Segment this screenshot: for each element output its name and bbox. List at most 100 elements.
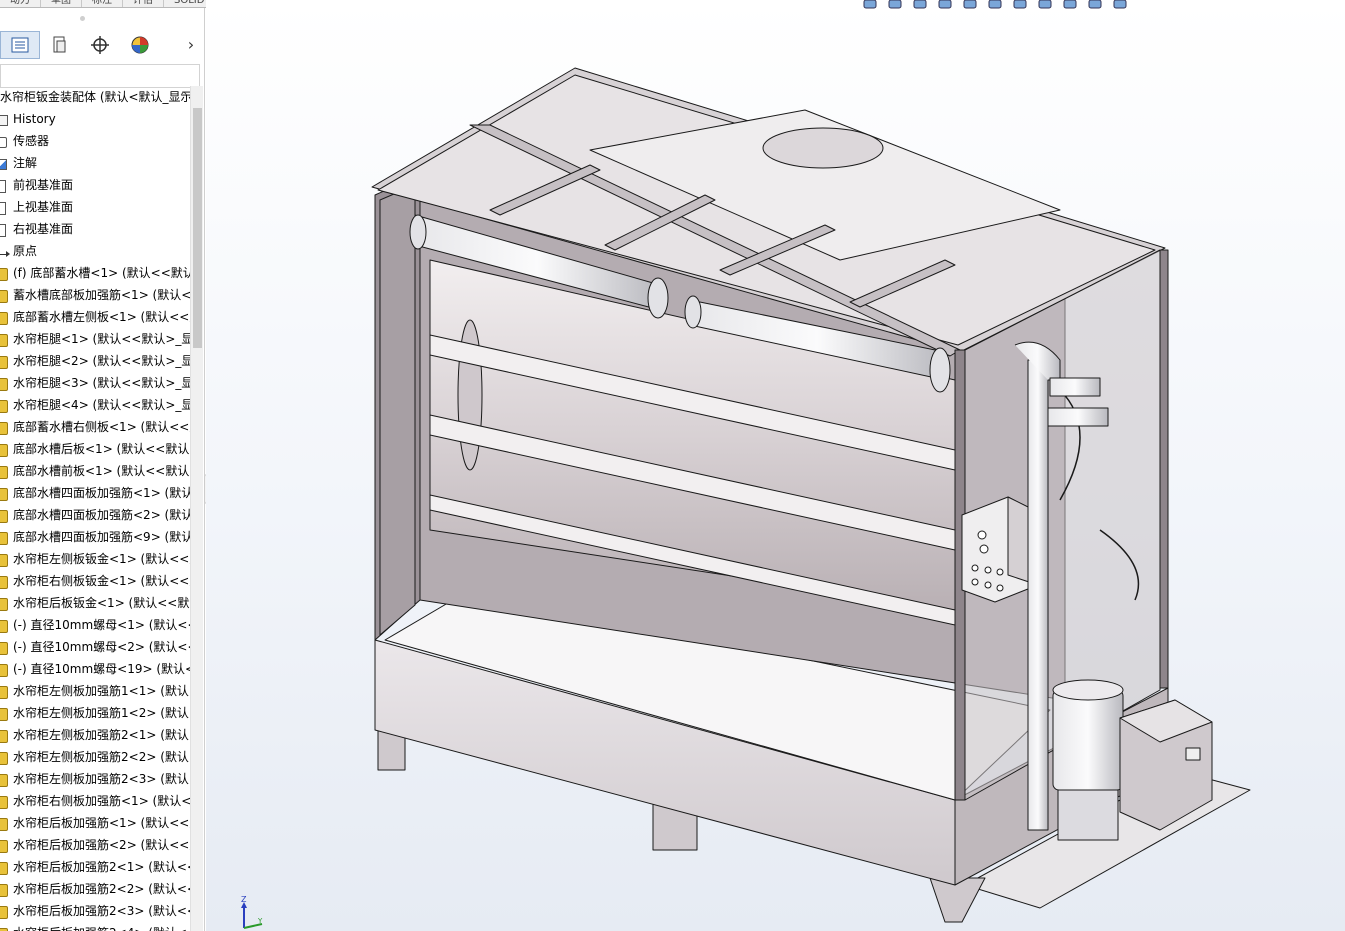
feature-tree-item[interactable]: 底部蓄水槽左侧板<1> (默认<<默 <box>0 306 190 328</box>
feature-tree-item[interactable]: 传感器 <box>0 130 190 152</box>
part-icon <box>0 640 12 655</box>
feature-tree-item[interactable]: 水帘柜后板加强筋2<3> (默认<< <box>0 900 190 922</box>
part-icon <box>0 860 12 875</box>
feature-tree-item[interactable]: 水帘柜腿<1> (默认<<默认>_显 <box>0 328 190 350</box>
sensor-icon <box>0 134 12 148</box>
feature-tree-item[interactable]: 水帘柜后板加强筋2<1> (默认<< <box>0 856 190 878</box>
feature-tree-item[interactable]: 水帘柜右侧板钣金<1> (默认<<默 <box>0 570 190 592</box>
feature-tree-item[interactable]: 水帘柜左侧板加强筋2<1> (默认 <box>0 724 190 746</box>
feature-tree-item[interactable]: 水帘柜左侧板加强筋2<3> (默认 <box>0 768 190 790</box>
part-icon <box>0 596 12 611</box>
command-tab[interactable]: 标注 <box>82 0 123 7</box>
part-icon <box>0 420 12 435</box>
part-icon <box>0 816 12 831</box>
config-tab[interactable] <box>80 31 120 59</box>
property-manager-icon <box>53 36 66 53</box>
tree-scrollbar[interactable] <box>190 86 203 931</box>
plane-icon <box>0 200 12 215</box>
feature-tree-item-label: History <box>13 112 56 126</box>
part-icon <box>0 750 12 765</box>
feature-tree-item-label: 水帘柜左侧板钣金<1> (默认<<默 <box>13 552 190 566</box>
feature-tree-item-label: 底部水槽四面板加强筋<1> (默认 <box>13 486 190 500</box>
plane-icon <box>0 178 12 193</box>
feature-tree-item-label: 水帘柜左侧板加强筋1<1> (默认 <box>13 684 189 698</box>
part-icon <box>0 706 12 721</box>
feature-tree-item-label: 前视基准面 <box>13 178 74 192</box>
part-icon <box>0 684 12 699</box>
feature-tree-item-label: 上视基准面 <box>13 200 74 214</box>
feature-tree-item[interactable]: 底部水槽后板<1> (默认<<默认: <box>0 438 190 460</box>
feature-tree-item[interactable]: (-) 直径10mm螺母<19> (默认< <box>0 658 190 680</box>
more-tabs-arrow-icon[interactable]: › <box>183 35 199 55</box>
part-icon <box>0 442 12 457</box>
assembly-root-item[interactable]: 水帘柜钣金装配体 (默认<默认_显示状 ^ <box>0 86 190 108</box>
feature-tree: 水帘柜钣金装配体 (默认<默认_显示状 ^ History 传感器 注解前视基准面上… <box>0 86 190 931</box>
feature-tree-item[interactable]: 底部水槽前板<1> (默认<<默认: <box>0 460 190 482</box>
feature-tree-item[interactable]: 水帘柜后板钣金<1> (默认<<默认 <box>0 592 190 614</box>
water-curtain-cabinet-model[interactable] <box>206 0 1345 931</box>
feature-tree-item[interactable]: 前视基准面 <box>0 174 190 196</box>
feature-tree-item[interactable]: 蓄水槽底部板加强筋<1> (默认< <box>0 284 190 306</box>
feature-tree-item[interactable]: 水帘柜腿<3> (默认<<默认>_显 <box>0 372 190 394</box>
feature-tree-item-label: 水帘柜右侧板钣金<1> (默认<<默 <box>13 574 190 588</box>
feature-tree-item-label: 水帘柜后板加强筋<1> (默认<<默 <box>13 816 190 830</box>
feature-tree-item-label: 水帘柜左侧板加强筋1<2> (默认 <box>13 706 189 720</box>
feature-tree-item[interactable]: 底部水槽四面板加强筋<2> (默认 <box>0 504 190 526</box>
feature-tree-item[interactable]: 水帘柜左侧板加强筋1<1> (默认 <box>0 680 190 702</box>
feature-tree-tab[interactable] <box>0 31 40 59</box>
feature-tree-item[interactable]: 注解 <box>0 152 190 174</box>
feature-tree-item[interactable]: (f) 底部蓄水槽<1> (默认<<默认 <box>0 262 190 284</box>
command-tab[interactable]: 草图 <box>41 0 82 7</box>
panel-splitter-handle[interactable] <box>80 16 85 21</box>
feature-tree-item[interactable]: 水帘柜后板加强筋<2> (默认<<默 <box>0 834 190 856</box>
feature-tree-item-label: 底部蓄水槽右侧板<1> (默认<<默 <box>13 420 190 434</box>
feature-tree-item-label: 水帘柜后板加强筋2<2> (默认<< <box>13 882 190 896</box>
feature-tree-item-label: 底部水槽前板<1> (默认<<默认: <box>13 464 190 478</box>
feature-tree-item-label: 水帘柜腿<3> (默认<<默认>_显 <box>13 376 190 390</box>
feature-filter-input[interactable] <box>0 64 200 88</box>
command-tab[interactable]: 评估 <box>123 0 164 7</box>
feature-tree-item[interactable]: 水帘柜左侧板加强筋2<2> (默认 <box>0 746 190 768</box>
part-icon <box>0 838 12 853</box>
feature-tree-item-label: 蓄水槽底部板加强筋<1> (默认< <box>13 288 190 302</box>
feature-tree-item[interactable]: 原点 <box>0 240 190 262</box>
feature-tree-item-label: 底部水槽四面板加强筋<9> (默认 <box>13 530 190 544</box>
part-icon <box>0 508 12 523</box>
part-icon <box>0 618 12 633</box>
feature-tree-item[interactable]: 水帘柜后板加强筋2<4> (默认<< <box>0 922 190 931</box>
graphics-area[interactable]: Z Y <box>206 0 1345 931</box>
feature-tree-item[interactable]: 底部蓄水槽右侧板<1> (默认<<默 <box>0 416 190 438</box>
feature-manager-panel: › 水帘柜钣金装配体 (默认<默认_显示状 ^ History 传感器 注解前视基准… <box>0 8 205 931</box>
feature-tree-item-label: 底部蓄水槽左侧板<1> (默认<<默 <box>13 310 190 324</box>
part-icon <box>0 376 12 391</box>
tree-scrollbar-thumb[interactable] <box>193 108 202 348</box>
feature-tree-item-label: 水帘柜腿<4> (默认<<默认>_显 <box>13 398 190 412</box>
feature-tree-item[interactable]: 水帘柜后板加强筋<1> (默认<<默 <box>0 812 190 834</box>
feature-tree-item[interactable]: (-) 直径10mm螺母<2> (默认<< <box>0 636 190 658</box>
folder-icon <box>0 112 12 126</box>
feature-tree-item[interactable]: 底部水槽四面板加强筋<9> (默认 <box>0 526 190 548</box>
feature-tree-item-label: 底部水槽后板<1> (默认<<默认: <box>13 442 190 456</box>
feature-tree-item[interactable]: 水帘柜右侧板加强筋<1> (默认< <box>0 790 190 812</box>
command-tab[interactable]: 动力 <box>0 0 41 7</box>
feature-manager-tabbar: › <box>0 31 205 59</box>
feature-tree-item-label: 水帘柜后板加强筋2<3> (默认<< <box>13 904 190 918</box>
feature-tree-item[interactable]: 右视基准面 <box>0 218 190 240</box>
feature-tree-item[interactable]: 底部水槽四面板加强筋<1> (默认 <box>0 482 190 504</box>
feature-tree-item[interactable]: (-) 直径10mm螺母<1> (默认<< <box>0 614 190 636</box>
feature-tree-item[interactable]: 水帘柜左侧板钣金<1> (默认<<默 <box>0 548 190 570</box>
feature-tree-item[interactable]: 水帘柜腿<2> (默认<<默认>_显 <box>0 350 190 372</box>
feature-tree-item[interactable]: 水帘柜腿<4> (默认<<默认>_显 <box>0 394 190 416</box>
feature-tree-item[interactable]: 上视基准面 <box>0 196 190 218</box>
feature-tree-item[interactable]: 水帘柜左侧板加强筋1<2> (默认 <box>0 702 190 724</box>
property-tab[interactable] <box>40 31 80 59</box>
feature-tree-item-label: 水帘柜腿<1> (默认<<默认>_显 <box>13 332 190 346</box>
display-tab[interactable] <box>120 31 160 59</box>
part-icon <box>0 464 12 479</box>
part-icon <box>0 794 12 809</box>
feature-tree-item[interactable]: History <box>0 108 190 130</box>
feature-tree-item-label: (-) 直径10mm螺母<2> (默认<< <box>13 640 190 654</box>
plane-icon <box>0 222 12 237</box>
feature-tree-item[interactable]: 水帘柜后板加强筋2<2> (默认<< <box>0 878 190 900</box>
collapse-icon[interactable]: ^ <box>180 86 188 108</box>
